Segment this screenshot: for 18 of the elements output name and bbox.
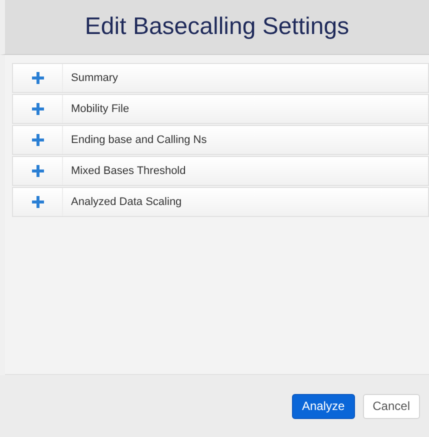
dialog-title: Edit Basecalling Settings <box>84 12 350 42</box>
plus-icon <box>32 196 44 208</box>
plus-icon <box>32 72 44 84</box>
plus-icon <box>32 165 44 177</box>
accordion-header[interactable]: Summary <box>12 63 429 93</box>
accordion-header[interactable]: Ending base and Calling Ns <box>12 125 429 155</box>
analyze-button[interactable]: Analyze <box>292 394 355 418</box>
plus-icon <box>32 103 44 115</box>
cancel-button[interactable]: Cancel <box>362 394 420 418</box>
accordion-header[interactable]: Mixed Bases Threshold <box>12 156 429 186</box>
section-label: Mobility File <box>70 102 130 117</box>
section-label: Analyzed Data Scaling <box>70 194 182 210</box>
section-label: Ending base and Calling Ns <box>70 132 207 148</box>
plus-icon <box>32 134 44 146</box>
section-label: Summary <box>70 70 118 86</box>
section-label: Mixed Bases Threshold <box>70 164 186 179</box>
accordion-header[interactable]: Analyzed Data Scaling <box>12 187 429 217</box>
accordion-header[interactable]: Mobility File <box>12 94 429 124</box>
